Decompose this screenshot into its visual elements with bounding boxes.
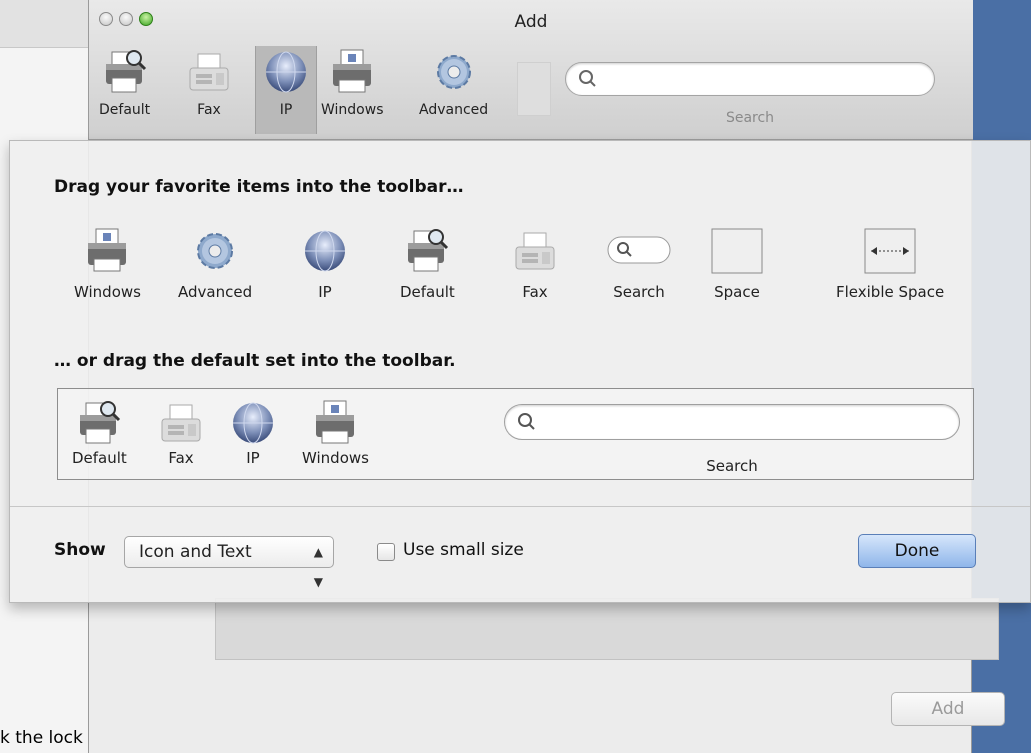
default-set-item-label: Fax: [168, 449, 194, 467]
palette-item-advanced[interactable]: Advanced: [178, 227, 252, 301]
toolbar-item-windows[interactable]: Windows: [321, 48, 384, 118]
windows-printer-icon: [327, 48, 377, 96]
globe-icon: [228, 399, 278, 447]
default-set-search-label: Search: [706, 457, 758, 475]
fax-icon: [184, 48, 234, 96]
toolbar-item-default[interactable]: Default: [99, 48, 150, 118]
palette-item-label: Windows: [74, 283, 141, 301]
palette-item-label: Fax: [522, 283, 548, 301]
toolbar-item-label: Advanced: [419, 102, 489, 118]
use-small-size-label[interactable]: Use small size: [403, 540, 524, 560]
printer-magnifier-icon: [402, 227, 452, 275]
palette-item-ip[interactable]: IP: [300, 227, 350, 301]
palette-item-search[interactable]: Search: [606, 227, 672, 301]
globe-icon: [300, 227, 350, 275]
flexible-space-icon: [863, 227, 917, 275]
sheet-divider: [10, 506, 1030, 507]
default-set-item-label: Windows: [302, 449, 369, 467]
fax-icon: [510, 227, 560, 275]
default-set-item-default: Default: [72, 399, 127, 467]
toolbar-search-label: Search: [725, 110, 775, 126]
done-button[interactable]: Done: [858, 534, 976, 568]
palette-item-default[interactable]: Default: [400, 227, 455, 301]
palette-item-windows[interactable]: Windows: [74, 227, 141, 301]
palette-item-fax[interactable]: Fax: [510, 227, 560, 301]
palette-item-label: IP: [318, 283, 332, 301]
toolbar-search-field[interactable]: [565, 62, 935, 96]
fax-icon: [156, 399, 206, 447]
default-set-item-label: IP: [246, 449, 260, 467]
toolbar-item-fax[interactable]: Fax: [184, 48, 234, 118]
toolbar-item-label: Windows: [321, 102, 384, 118]
default-set-item-label: Default: [72, 449, 127, 467]
search-field-icon: [606, 227, 672, 275]
palette-item-flexible-space[interactable]: Flexible Space: [836, 227, 944, 301]
customize-toolbar-sheet: Drag your favorite items into the toolba…: [9, 140, 1031, 603]
globe-icon: [261, 48, 311, 96]
use-field: [215, 598, 999, 660]
windows-printer-icon: [310, 399, 360, 447]
default-set-item-fax: Fax: [156, 399, 206, 467]
default-set-drag-area[interactable]: Default Fax IP Windows Search: [57, 388, 974, 480]
background-window-toolbar: [0, 0, 90, 48]
add-button[interactable]: Add: [891, 692, 1005, 726]
default-set-heading: … or drag the default set into the toolb…: [54, 351, 456, 371]
palette-item-space[interactable]: Space: [710, 227, 764, 301]
lock-hint-text: k the lock: [0, 728, 83, 748]
toolbar-item-advanced[interactable]: Advanced: [419, 48, 488, 118]
sheet-heading: Drag your favorite items into the toolba…: [54, 177, 464, 197]
toolbar-item-ip[interactable]: IP: [261, 48, 311, 118]
show-label: Show: [54, 540, 106, 560]
toolbar-item-label: IP: [279, 102, 293, 118]
use-small-size-checkbox[interactable]: [377, 543, 395, 561]
toolbar-item-label: Default: [99, 102, 151, 118]
show-select-value: Icon and Text: [139, 542, 252, 562]
magnifier-icon: [579, 70, 596, 87]
windows-printer-icon: [82, 227, 132, 275]
gear-icon: [429, 48, 479, 96]
window-title: Add: [514, 12, 548, 32]
palette-item-label: Space: [714, 283, 760, 301]
printer-magnifier-icon: [100, 48, 150, 96]
updown-arrows-icon: ▲ ▼: [313, 545, 323, 589]
palette-item-label: Default: [400, 283, 455, 301]
space-icon: [710, 227, 764, 275]
printer-magnifier-icon: [74, 399, 124, 447]
show-select[interactable]: Icon and Text ▲ ▼: [124, 536, 334, 589]
toolbar-space: [517, 62, 551, 116]
palette-item-label: Search: [613, 283, 665, 301]
palette-item-label: Advanced: [178, 283, 253, 301]
gear-icon: [190, 227, 240, 275]
magnifier-icon: [518, 413, 535, 430]
palette-item-label: Flexible Space: [836, 283, 945, 301]
title-bar: Add Default Fax IP Windows Advanced Sear…: [89, 0, 973, 140]
default-set-item-ip: IP: [228, 399, 278, 467]
toolbar-item-label: Fax: [197, 102, 221, 118]
default-set-item-windows: Windows: [302, 399, 369, 467]
default-set-search-field: [504, 404, 960, 440]
